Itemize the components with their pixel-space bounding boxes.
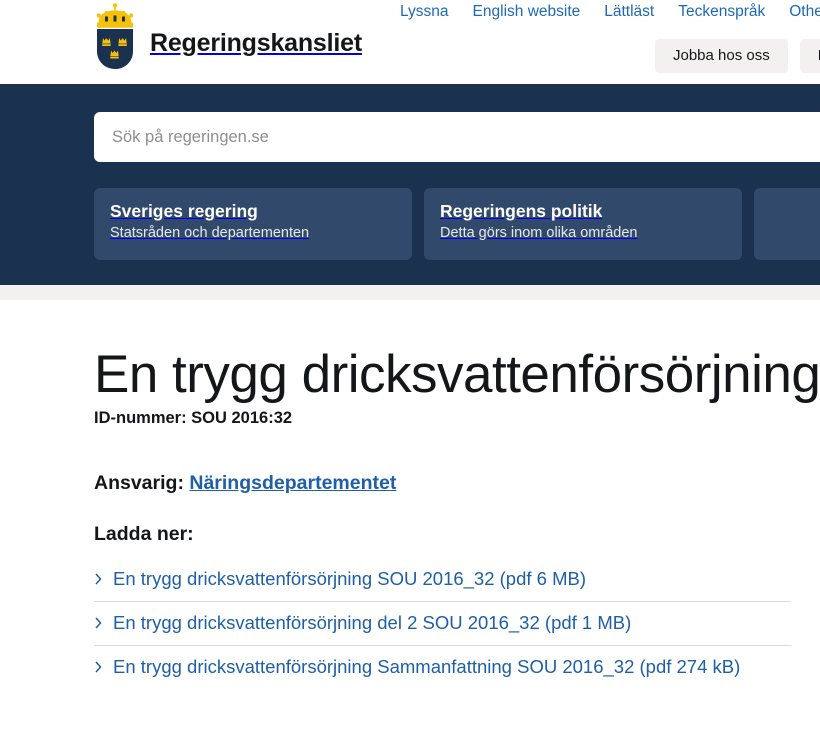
swedish-three-crowns-shield-icon (92, 2, 138, 70)
download-link-label: En trygg dricksvattenförsörjning del 2 S… (113, 612, 632, 634)
nav-card-subtitle: Statsråden och departementen (110, 224, 310, 241)
nav-card-subtitle: Detta görs inom olika områden (440, 224, 638, 241)
utility-link-teckensprak[interactable]: Teckenspråk (678, 1, 765, 23)
responsible-label: Ansvarig: (94, 472, 184, 495)
search-and-nav-band: Sveriges regering Statsråden och departe… (0, 84, 820, 285)
list-item: En trygg dricksvattenförsörjning SOU 201… (94, 558, 791, 603)
responsible-row: Ansvarig: Näringsdepartementet (94, 472, 820, 495)
id-number: ID-nummer: SOU 2016:32 (94, 409, 293, 428)
chevron-right-icon (95, 661, 102, 673)
download-list: En trygg dricksvattenförsörjning SOU 201… (94, 558, 791, 688)
nav-card-sveriges-regering[interactable]: Sveriges regering Statsråden och departe… (94, 188, 412, 260)
nav-cards: Sveriges regering Statsråden och departe… (94, 188, 820, 260)
site-header: Regeringskansliet Lyssna English website… (0, 0, 820, 84)
utility-link-lattlast[interactable]: Lättläst (604, 1, 654, 23)
chevron-right-icon (95, 617, 102, 629)
download-link-label: En trygg dricksvattenförsörjning SOU 201… (113, 568, 587, 590)
nav-card-regeringens-politik[interactable]: Regeringens politik Detta görs inom olik… (424, 188, 742, 260)
list-item: En trygg dricksvattenförsörjning Sammanf… (94, 646, 791, 689)
jobs-button[interactable]: Jobba hos oss (655, 39, 788, 73)
section-divider (0, 285, 820, 300)
chevron-right-icon (95, 573, 102, 585)
utility-link-lyssna[interactable]: Lyssna (400, 1, 449, 23)
brand-name: Regeringskansliet (150, 28, 362, 57)
header-buttons: Jobba hos oss Pre (655, 39, 820, 73)
responsible-department-link[interactable]: Näringsdepartementet (189, 472, 396, 494)
utility-link-english-website[interactable]: English website (473, 1, 581, 23)
download-link-summary[interactable]: En trygg dricksvattenförsörjning Sammanf… (94, 654, 791, 681)
nav-card-third-partial[interactable] (754, 188, 820, 260)
utility-nav: Lyssna English website Lättläst Teckensp… (400, 1, 820, 23)
download-link-main-report[interactable]: En trygg dricksvattenförsörjning SOU 201… (94, 566, 791, 593)
site-logo-link[interactable]: Regeringskansliet (92, 2, 362, 70)
search-input[interactable] (94, 112, 820, 162)
search-bar (94, 112, 820, 162)
press-button[interactable]: Pre (799, 39, 820, 73)
download-heading: Ladda ner: (94, 523, 194, 546)
nav-card-title: Sveriges regering (110, 201, 258, 221)
main-content: En trygg dricksvattenförsörjning ID-numm… (0, 300, 820, 689)
page-title: En trygg dricksvattenförsörjning (94, 345, 820, 404)
nav-card-title: Regeringens politik (440, 201, 603, 221)
utility-link-other-languages[interactable]: Other l (789, 1, 820, 23)
download-link-label: En trygg dricksvattenförsörjning Sammanf… (113, 655, 741, 677)
download-link-part-2[interactable]: En trygg dricksvattenförsörjning del 2 S… (94, 610, 791, 637)
list-item: En trygg dricksvattenförsörjning del 2 S… (94, 602, 791, 646)
